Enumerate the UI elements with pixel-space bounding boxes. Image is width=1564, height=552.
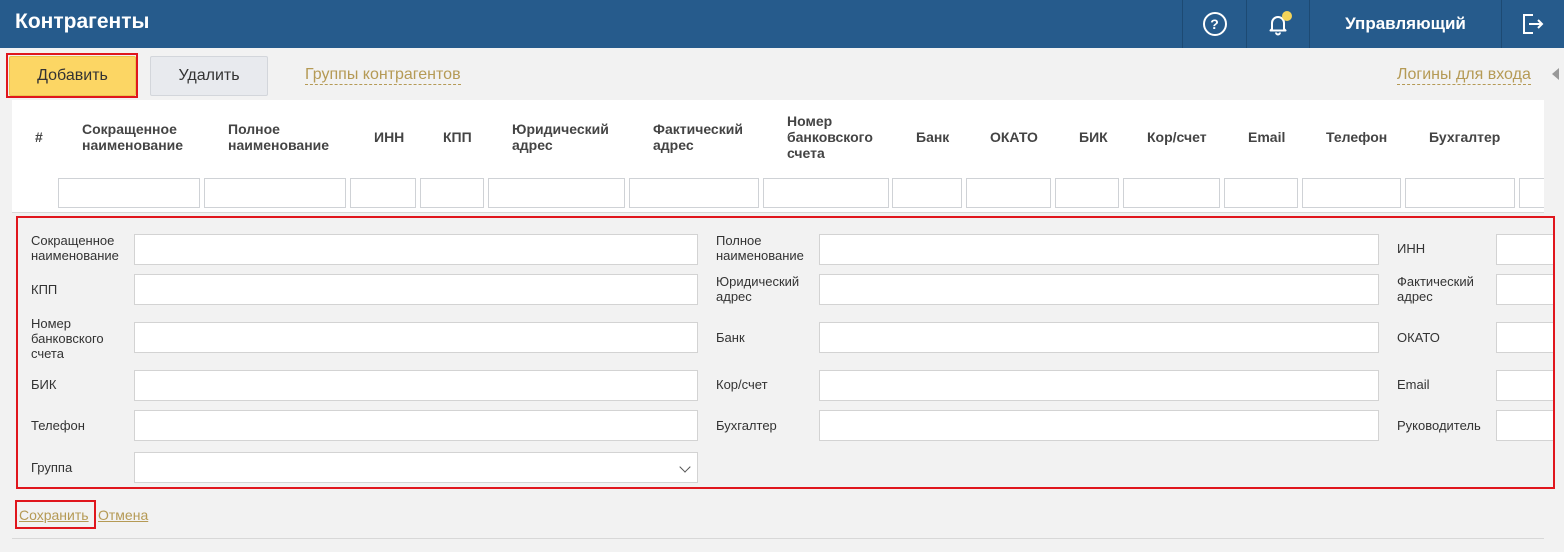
edit-form: Сокращенное наименование КПП Номер банко… (16, 216, 1555, 489)
chevron-down-icon (679, 461, 691, 473)
bik-input[interactable] (134, 370, 698, 401)
filter-phone[interactable] (1302, 178, 1401, 208)
filter-legal-address[interactable] (488, 178, 625, 208)
email-input[interactable] (1496, 370, 1553, 401)
user-menu[interactable]: Управляющий (1309, 0, 1501, 48)
director-input[interactable] (1496, 410, 1553, 441)
bank-account-input[interactable] (134, 322, 698, 353)
filter-bank[interactable] (892, 178, 962, 208)
label-legal-address: Юридический адрес (716, 274, 800, 304)
filter-bank-account[interactable] (763, 178, 889, 208)
page-title: Контрагенты (15, 10, 150, 33)
user-name: Управляющий (1345, 14, 1466, 33)
label-kpp: КПП (31, 282, 58, 297)
column-header[interactable]: Сокращенное наименование (82, 121, 202, 153)
filter-email[interactable] (1224, 178, 1298, 208)
filter-inn[interactable] (350, 178, 416, 208)
filter-bik[interactable] (1055, 178, 1119, 208)
column-header[interactable]: Бухгалтер (1429, 129, 1500, 145)
okato-input[interactable] (1496, 322, 1553, 353)
label-accountant: Бухгалтер (716, 418, 777, 433)
filter-full-name[interactable] (204, 178, 346, 208)
bottom-divider (12, 538, 1544, 539)
logout-button[interactable] (1501, 0, 1564, 48)
group-select[interactable] (134, 452, 698, 483)
filter-kpp[interactable] (420, 178, 484, 208)
column-header[interactable]: Полное наименование (228, 121, 343, 153)
column-header[interactable]: Email (1248, 129, 1285, 145)
toolbar: Добавить Удалить Группы контрагентов Лог… (0, 48, 1564, 100)
notifications-button[interactable] (1246, 0, 1309, 48)
scroll-left-arrow[interactable] (1552, 68, 1559, 80)
phone-input[interactable] (134, 410, 698, 441)
full-name-input[interactable] (819, 234, 1379, 265)
accountant-input[interactable] (819, 410, 1379, 441)
column-header[interactable]: КПП (443, 129, 472, 145)
bell-icon (1266, 11, 1292, 36)
label-bank: Банк (716, 330, 745, 345)
inn-input[interactable] (1496, 234, 1553, 265)
legal-address-input[interactable] (819, 274, 1379, 305)
filter-accountant[interactable] (1405, 178, 1515, 208)
column-header[interactable]: ОКАТО (990, 129, 1038, 145)
column-header[interactable]: # (35, 129, 43, 145)
label-okato: ОКАТО (1397, 330, 1440, 345)
label-bik: БИК (31, 377, 57, 392)
short-name-input[interactable] (134, 234, 698, 265)
counterparty-grid: # Сокращенное наименование Полное наимен… (12, 100, 1544, 212)
top-bar: Контрагенты ? Управляющий (0, 0, 1564, 48)
delete-button[interactable]: Удалить (150, 56, 268, 96)
label-actual-address: Фактический адрес (1397, 274, 1474, 304)
label-director: Руководитель (1397, 418, 1481, 433)
label-short-name: Сокращенное наименование (31, 233, 119, 263)
corr-account-input[interactable] (819, 370, 1379, 401)
label-phone: Телефон (31, 418, 85, 433)
label-inn: ИНН (1397, 241, 1426, 256)
column-header[interactable]: БИК (1079, 129, 1108, 145)
column-header[interactable]: ИНН (374, 129, 404, 145)
column-header[interactable]: Кор/счет (1147, 129, 1207, 145)
column-header[interactable]: Банк (916, 129, 949, 145)
notification-dot (1282, 11, 1292, 21)
filter-corr-account[interactable] (1123, 178, 1220, 208)
column-header[interactable]: Телефон (1326, 129, 1387, 145)
cancel-link[interactable]: Отмена (98, 507, 148, 523)
column-header[interactable]: Номер банковского счета (787, 113, 887, 161)
logins-link[interactable]: Логины для входа (1397, 66, 1531, 85)
filter-okato[interactable] (966, 178, 1051, 208)
save-link-highlight (15, 500, 96, 529)
kpp-input[interactable] (134, 274, 698, 305)
column-header[interactable]: Юридический адрес (512, 121, 622, 153)
label-full-name: Полное наименование (716, 233, 804, 263)
divider (12, 212, 1544, 213)
filter-actual-address[interactable] (629, 178, 759, 208)
label-bank-account: Номер банковского счета (31, 316, 104, 361)
label-corr-account: Кор/счет (716, 377, 768, 392)
filter-short-name[interactable] (58, 178, 200, 208)
label-email: Email (1397, 377, 1430, 392)
actual-address-input[interactable] (1496, 274, 1553, 305)
add-button-highlight (6, 53, 138, 98)
column-header[interactable]: Фактический адрес (653, 121, 753, 153)
logout-icon (1523, 14, 1544, 34)
help-button[interactable]: ? (1182, 0, 1246, 48)
label-group: Группа (31, 460, 73, 475)
groups-link[interactable]: Группы контрагентов (305, 66, 461, 85)
filter-next-column[interactable] (1519, 178, 1544, 208)
bank-input[interactable] (819, 322, 1379, 353)
help-icon: ? (1202, 12, 1227, 36)
